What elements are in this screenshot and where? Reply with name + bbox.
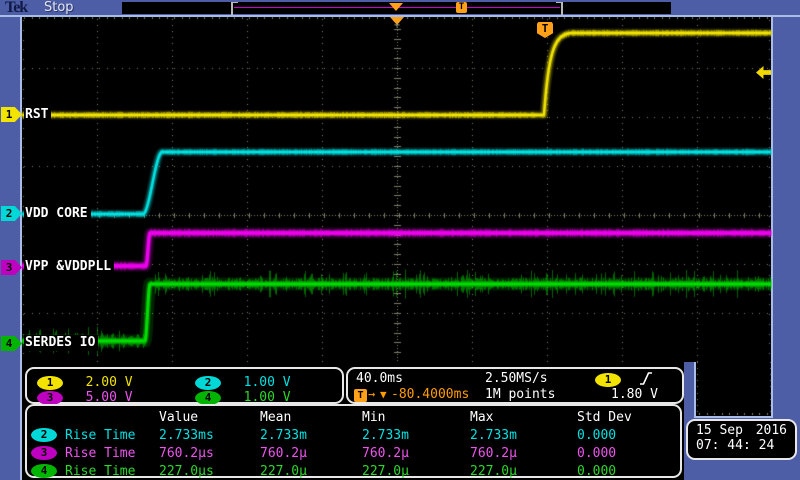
channel-4-reference-marker: 4 <box>1 336 22 351</box>
date-label: 15 Sep <box>696 423 743 438</box>
horizontal-trigger-readouts[interactable]: 40.0ms 2.50MS/s 1 T → ▼ -80.4000ms 1M po… <box>346 367 684 404</box>
meas-row-ch2-name: Rise Time <box>65 428 159 443</box>
meas-row-ch4-std: 0.000 <box>577 464 678 479</box>
meas-row-ch3-std: 0.000 <box>577 446 678 461</box>
waveform-label-serdes-io: SERDES IO <box>24 335 98 351</box>
year-label: 2016 <box>756 423 787 438</box>
meas-row-ch2-std: 0.000 <box>577 428 678 443</box>
channel-scale-readouts[interactable]: 1 2.00 V 2 1.00 V 3 5.00 V 4 1.00 V <box>25 367 344 404</box>
graticule-area <box>22 17 771 362</box>
channel-3-reference-marker: 3 <box>1 260 22 275</box>
arrow-right-icon: → <box>368 387 375 401</box>
col-header-value: Value <box>159 410 260 425</box>
time-label: 07: 44: 24 <box>696 438 774 453</box>
waveform-label-vpp-vddpll: VPP &VDDPLL <box>24 259 114 275</box>
record-window-bracket-left <box>231 2 238 16</box>
record-length-readout: 1M points <box>485 387 555 402</box>
col-header-mean: Mean <box>260 410 362 425</box>
meas-row-ch2-max: 2.733m <box>470 428 577 443</box>
timebase-readout: 40.0ms <box>356 371 403 386</box>
meas-row-ch3-min: 760.2µ <box>362 446 470 461</box>
waveform-label-vdd-core: VDD CORE <box>24 206 91 222</box>
col-header-max: Max <box>470 410 577 425</box>
datetime-box: 15 Sep 2016 07: 44: 24 <box>686 419 797 460</box>
trigger-level-readout: 1.80 V <box>611 387 658 402</box>
channel-3-badge: 3 <box>37 391 63 405</box>
record-expansion-marker-icon <box>389 3 403 11</box>
trigger-source-badge: 1 <box>595 372 621 387</box>
record-window-bracket-right <box>556 2 563 16</box>
waveform-label-rst: RST <box>24 107 51 123</box>
record-view-bar: T <box>122 2 671 14</box>
col-header-stddev: Std Dev <box>577 410 678 425</box>
meas-row-ch4-min: 227.0µ <box>362 464 470 479</box>
meas-row-ch4-value: 227.0µs <box>159 464 260 479</box>
meas-row-ch2-mean: 2.733m <box>260 428 362 443</box>
meas-row-ch3-name: Rise Time <box>65 446 159 461</box>
meas-row-ch3-badge: 3 <box>31 446 65 461</box>
meas-row-ch2-value: 2.733ms <box>159 428 260 443</box>
channel-4-scale: 1.00 V <box>244 390 291 405</box>
meas-row-ch4-max: 227.0µ <box>470 464 577 479</box>
channel-1-reference-marker: 1 <box>1 107 22 122</box>
down-marker-icon: ▼ <box>380 388 387 401</box>
sample-rate-readout: 2.50MS/s <box>485 371 548 386</box>
oscilloscope-screen: Tek Stop T + T 1 2 3 4 RST VDD CORE VPP … <box>0 0 800 480</box>
channel-3-scale: 5.00 V <box>86 390 133 405</box>
meas-row-ch2-min: 2.733m <box>362 428 470 443</box>
trigger-point-cross-icon: + <box>394 21 400 31</box>
trigger-flag-badge-icon: T <box>354 387 367 402</box>
channel-4-badge: 4 <box>195 391 221 405</box>
measurement-table: Value Mean Min Max Std Dev 2 Rise Time 2… <box>25 404 682 478</box>
meas-row-ch3-mean: 760.2µ <box>260 446 362 461</box>
screen-border-right <box>771 17 773 418</box>
meas-row-ch2-badge: 2 <box>31 428 65 443</box>
record-trigger-flag-icon: T <box>456 2 467 13</box>
meas-row-ch3-value: 760.2µs <box>159 446 260 461</box>
col-header-min: Min <box>362 410 470 425</box>
screen-border-inner-bottom <box>694 416 773 418</box>
meas-row-ch4-name: Rise Time <box>65 464 159 479</box>
channel-2-reference-marker: 2 <box>1 206 22 221</box>
meas-row-ch3-max: 760.2µ <box>470 446 577 461</box>
graticule-extension <box>696 362 771 416</box>
trigger-position-readout: -80.4000ms <box>391 387 469 402</box>
meas-row-ch4-mean: 227.0µ <box>260 464 362 479</box>
meas-row-ch4-badge: 4 <box>31 464 65 479</box>
acquisition-status: Stop <box>44 0 74 15</box>
